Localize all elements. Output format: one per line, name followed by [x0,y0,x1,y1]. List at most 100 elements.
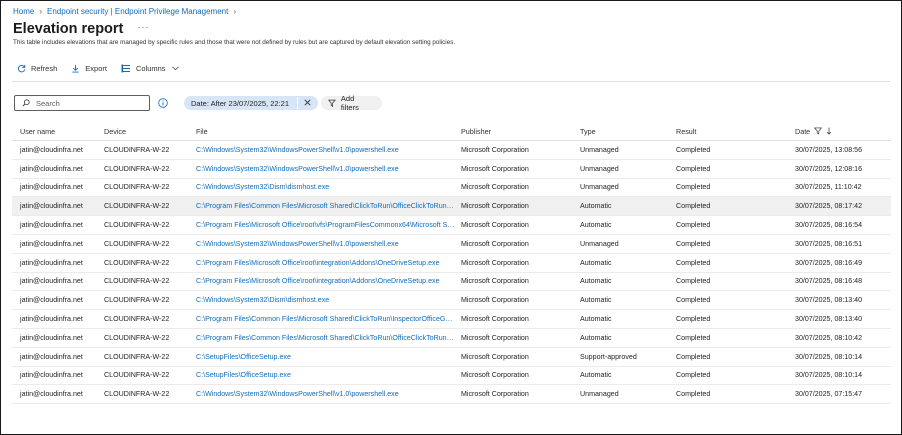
cell-type: Automatic [580,315,612,324]
toolbar: Refresh Export Columns [17,64,193,73]
table-row[interactable]: jatin@cloudinfra.net CLOUDINFRA-W-22 C:\Pr… [12,329,891,348]
cell-publisher: Microsoft Corporation [461,145,529,154]
cell-result: Completed [676,390,711,399]
cell-device: CLOUDINFRA-W-22 [104,239,170,248]
cell-result: Completed [676,352,711,361]
info-icon[interactable] [158,98,168,108]
table-row[interactable]: jatin@cloudinfra.net CLOUDINFRA-W-22 C:\Wi… [12,385,891,405]
cell-device: CLOUDINFRA-W-22 [104,164,170,173]
cell-file-link[interactable]: C:\Windows\System32\Dism\dismhost.exe [196,183,461,191]
cell-device: CLOUDINFRA-W-22 [104,296,170,305]
cell-date: 30/07/2025, 08:13:40 [795,315,863,324]
cell-result: Completed [676,315,711,324]
column-header-type[interactable]: Type [580,127,676,136]
table-row[interactable]: jatin@cloudinfra.net CLOUDINFRA-W-22 C:\Se… [12,348,891,367]
cell-file-link[interactable]: C:\Program Files\Microsoft Office\root\i… [196,277,461,285]
cell-file-link[interactable]: C:\Program Files\Microsoft Office\root\v… [196,221,461,229]
column-header-date-label: Date [795,126,811,136]
cell-file-link[interactable]: C:\Windows\System32\Dism\dismhost.exe [196,296,461,304]
cell-publisher: Microsoft Corporation [461,277,529,286]
close-icon[interactable] [303,98,312,107]
cell-device: CLOUDINFRA-W-22 [104,333,170,342]
table-row[interactable]: jatin@cloudinfra.net CLOUDINFRA-W-22 C:\Pr… [12,273,891,292]
cell-result: Completed [676,371,711,380]
cell-result: Completed [676,258,711,267]
cell-file-link[interactable]: C:\Program Files\Common Files\Microsoft … [196,202,461,210]
search-icon [22,99,30,107]
cell-user: jatin@cloudinfra.net [20,352,83,361]
cell-device: CLOUDINFRA-W-22 [104,202,170,211]
cell-type: Automatic [580,371,612,380]
cell-user: jatin@cloudinfra.net [20,315,83,324]
search-input[interactable]: Search [14,95,150,111]
columns-button[interactable]: Columns [121,64,179,73]
table-header: User name Device File Publisher Type Res… [12,122,891,141]
cell-file-link[interactable]: C:\SetupFiles\OfficeSetup.exe [196,353,461,361]
columns-icon [121,64,130,73]
add-filters-button[interactable]: Add filters [321,94,382,112]
cell-publisher: Microsoft Corporation [461,183,529,192]
cell-date: 30/07/2025, 08:10:42 [795,333,863,342]
cell-file-link[interactable]: C:\Windows\System32\WindowsPowerShell\v1… [196,240,461,248]
cell-file-link[interactable]: C:\Program Files\Common Files\Microsoft … [196,334,461,342]
cell-user: jatin@cloudinfra.net [20,390,83,399]
breadcrumb-endpoint-security[interactable]: Endpoint security | Endpoint Privilege M… [47,7,228,16]
cell-result: Completed [676,183,711,192]
cell-user: jatin@cloudinfra.net [20,296,83,305]
sort-descending-icon[interactable] [826,127,832,135]
cell-publisher: Microsoft Corporation [461,315,529,324]
column-header-user[interactable]: User name [12,127,104,136]
cell-type: Automatic [580,296,612,305]
refresh-button[interactable]: Refresh [17,64,57,73]
export-button[interactable]: Export [71,64,107,73]
column-header-publisher[interactable]: Publisher [461,127,580,136]
cell-publisher: Microsoft Corporation [461,371,529,380]
search-placeholder: Search [36,98,60,108]
table-row[interactable]: jatin@cloudinfra.net CLOUDINFRA-W-22 C:\Se… [12,367,891,386]
column-header-device[interactable]: Device [104,127,196,136]
table-row[interactable]: jatin@cloudinfra.net CLOUDINFRA-W-22 C:\Wi… [12,179,891,198]
refresh-icon [17,64,26,73]
table-body: jatin@cloudinfra.net CLOUDINFRA-W-22 C:\Wi… [12,141,891,405]
export-label: Export [85,64,107,73]
cell-file-link[interactable]: C:\Windows\System32\WindowsPowerShell\v1… [196,146,461,154]
cell-user: jatin@cloudinfra.net [20,239,83,248]
table-row[interactable]: jatin@cloudinfra.net CLOUDINFRA-W-22 C:\Pr… [12,197,891,217]
cell-user: jatin@cloudinfra.net [20,183,83,192]
filter-icon[interactable] [814,127,823,135]
date-filter-label: Date: After 23/07/2025, 22:21 [191,98,289,108]
table-row[interactable]: jatin@cloudinfra.net CLOUDINFRA-W-22 C:\Wi… [12,235,891,254]
date-filter-pill[interactable]: Date: After 23/07/2025, 22:21 [184,96,318,110]
table-row[interactable]: jatin@cloudinfra.net CLOUDINFRA-W-22 C:\Pr… [12,254,891,273]
cell-type: Unmanaged [580,164,619,173]
cell-user: jatin@cloudinfra.net [20,202,83,211]
cell-file-link[interactable]: C:\SetupFiles\OfficeSetup.exe [196,371,461,379]
cell-type: Automatic [580,333,612,342]
table-row[interactable]: jatin@cloudinfra.net CLOUDINFRA-W-22 C:\Wi… [12,160,891,179]
cell-file-link[interactable]: C:\Program Files\Common Files\Microsoft … [196,315,461,323]
cell-file-link[interactable]: C:\Program Files\Microsoft Office\root\i… [196,259,461,267]
cell-date: 30/07/2025, 08:16:49 [795,258,863,267]
table-row[interactable]: jatin@cloudinfra.net CLOUDINFRA-W-22 C:\Wi… [12,291,891,311]
download-icon [72,64,79,73]
cell-result: Completed [676,277,711,286]
cell-publisher: Microsoft Corporation [461,258,529,267]
page-description: This table includes elevations that are … [13,39,456,46]
table-row[interactable]: jatin@cloudinfra.net CLOUDINFRA-W-22 C:\Wi… [12,141,891,160]
cell-publisher: Microsoft Corporation [461,352,529,361]
column-header-date[interactable]: Date [795,127,891,136]
cell-date: 30/07/2025, 08:17:42 [795,202,863,211]
column-header-file[interactable]: File [196,127,461,136]
table-row[interactable]: jatin@cloudinfra.net CLOUDINFRA-W-22 C:\Pr… [12,310,891,329]
cell-user: jatin@cloudinfra.net [20,333,83,342]
cell-date: 30/07/2025, 08:16:48 [795,277,863,286]
cell-result: Completed [676,145,711,154]
column-header-result[interactable]: Result [676,127,795,136]
more-options-icon[interactable]: ··· [137,22,149,32]
cell-type: Automatic [580,202,612,211]
cell-file-link[interactable]: C:\Windows\System32\WindowsPowerShell\v1… [196,390,461,398]
table-row[interactable]: jatin@cloudinfra.net CLOUDINFRA-W-22 C:\Pr… [12,216,891,235]
cell-file-link[interactable]: C:\Windows\System32\WindowsPowerShell\v1… [196,165,461,173]
breadcrumb-home[interactable]: Home [13,7,34,16]
cell-date: 30/07/2025, 13:08:56 [795,145,863,154]
